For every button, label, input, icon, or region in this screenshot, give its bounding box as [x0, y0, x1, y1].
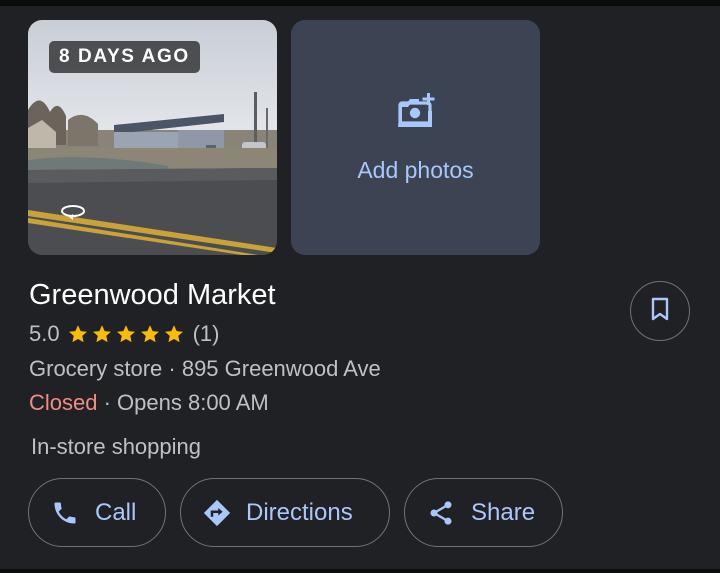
- category-address-line: Grocery store · 895 Greenwood Ave: [29, 356, 381, 382]
- star-rating: [67, 323, 187, 345]
- star-icon: [164, 325, 183, 343]
- bookmark-icon: [650, 297, 670, 326]
- open-status: Closed: [29, 390, 98, 415]
- place-name: Greenwood Market: [29, 279, 276, 311]
- share-icon: [427, 498, 457, 528]
- star-icon: [92, 325, 111, 343]
- directions-button[interactable]: Directions: [180, 478, 390, 547]
- separator-dot: ·: [162, 356, 182, 381]
- 360-rotate-icon: [60, 204, 86, 220]
- directions-label: Directions: [246, 498, 353, 526]
- rating-row[interactable]: 5.0 (1): [29, 320, 219, 348]
- top-edge-bar: [0, 0, 720, 6]
- save-button[interactable]: [630, 281, 690, 341]
- bottom-edge-bar: [0, 569, 720, 573]
- share-label: Share: [471, 498, 536, 526]
- phone-icon: [51, 498, 81, 528]
- hours-line[interactable]: Closed · Opens 8:00 AM: [29, 390, 269, 416]
- add-photos-button[interactable]: Add photos: [291, 20, 540, 255]
- call-button[interactable]: Call: [28, 478, 166, 547]
- add-photo-camera-icon: [397, 93, 435, 132]
- photo-age-badge: 8 DAYS AGO: [49, 41, 200, 73]
- review-count: (1): [192, 321, 220, 346]
- place-address: 895 Greenwood Ave: [181, 356, 381, 381]
- share-button[interactable]: Share: [404, 478, 563, 547]
- rating-value: 5.0: [29, 321, 60, 346]
- add-photos-label: Add photos: [357, 157, 474, 183]
- directions-icon: [202, 498, 232, 528]
- star-icon: [140, 325, 159, 343]
- place-photo[interactable]: 8 DAYS AGO: [28, 20, 277, 255]
- call-label: Call: [95, 498, 137, 526]
- opening-time: Opens 8:00 AM: [117, 390, 269, 415]
- star-icon: [68, 325, 87, 343]
- place-category: Grocery store: [29, 356, 163, 381]
- star-icon: [116, 325, 135, 343]
- separator-dot: ·: [97, 390, 118, 415]
- service-option: In-store shopping: [31, 434, 201, 459]
